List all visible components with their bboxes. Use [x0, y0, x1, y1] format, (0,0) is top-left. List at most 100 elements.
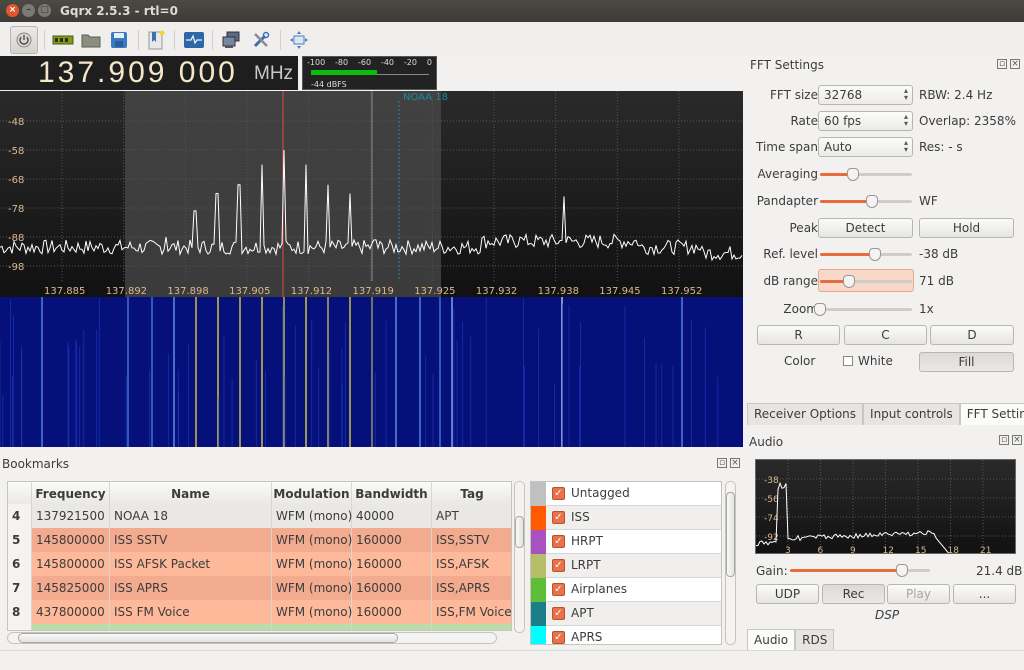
- tag-checkbox[interactable]: ✓: [552, 631, 565, 644]
- tab-input-controls[interactable]: Input controls: [863, 403, 960, 425]
- frequency-value[interactable]: 137.909 000: [38, 56, 238, 90]
- maximize-window-button[interactable]: □: [38, 4, 51, 17]
- white-checkbox[interactable]: [843, 356, 853, 366]
- tag-color-swatch[interactable]: [531, 554, 546, 578]
- udp-button[interactable]: UDP: [756, 584, 819, 604]
- play-button[interactable]: Play: [887, 584, 950, 604]
- tag-color-swatch[interactable]: [531, 506, 546, 530]
- table-row[interactable]: 7 145825000 ISS APRS WFM (mono) 160000 ISS,AP…: [8, 576, 511, 600]
- peak-detect-button[interactable]: Detect: [818, 218, 913, 238]
- tags-vscrollbar[interactable]: [725, 481, 736, 645]
- table-cell: 137921500: [32, 504, 110, 528]
- slider-handle[interactable]: [869, 248, 882, 261]
- zoom-slider[interactable]: [814, 303, 912, 316]
- tag-color-swatch[interactable]: [531, 482, 546, 506]
- float-dock-icon[interactable]: ▫: [717, 458, 727, 468]
- minimize-window-button[interactable]: –: [22, 4, 35, 17]
- peak-hold-button[interactable]: Hold: [919, 218, 1014, 238]
- tag-checkbox[interactable]: ✓: [552, 487, 565, 500]
- tag-color-swatch[interactable]: [531, 626, 546, 644]
- open-folder-icon: [81, 34, 101, 48]
- table-row[interactable]: 5 145800000 ISS SSTV WFM (mono) 160000 ISS,SS…: [8, 528, 511, 552]
- rate-combo[interactable]: 60 fps ▴ ▾: [818, 111, 913, 131]
- column-header[interactable]: Frequency: [32, 482, 110, 506]
- tag-color-swatch[interactable]: [531, 602, 546, 626]
- slider-handle[interactable]: [847, 168, 860, 181]
- column-header[interactable]: Modulation: [272, 482, 352, 506]
- tag-checkbox[interactable]: ✓: [552, 559, 565, 572]
- spectrum-plotter[interactable]: -48-58-68-78-88-98137.885 137.892 137.898 1…: [0, 91, 743, 297]
- tab-receiver-options[interactable]: Receiver Options: [747, 403, 864, 425]
- reset-button[interactable]: R: [757, 325, 840, 345]
- float-dock-icon[interactable]: ▫: [999, 435, 1009, 445]
- frequency-unit: MHz: [254, 63, 294, 84]
- pandapter-slider[interactable]: [820, 195, 912, 208]
- tag-item[interactable]: ✓ Airplanes: [531, 578, 721, 602]
- tag-item[interactable]: ✓ Untagged: [531, 482, 721, 506]
- save-settings-button[interactable]: [106, 27, 132, 53]
- bookmarks-button[interactable]: [143, 27, 169, 53]
- time-span-combo[interactable]: Auto ▴ ▾: [818, 137, 913, 157]
- close-dock-icon[interactable]: ×: [730, 458, 740, 468]
- scroll-thumb[interactable]: [515, 516, 524, 548]
- tools-icon: [253, 31, 270, 48]
- tag-checkbox[interactable]: ✓: [552, 607, 565, 620]
- tag-item[interactable]: ✓ ISS: [531, 506, 721, 530]
- column-header[interactable]: Tag: [432, 482, 511, 506]
- row-index: 8: [8, 600, 32, 624]
- tag-color-swatch[interactable]: [531, 578, 546, 602]
- column-header[interactable]: [8, 482, 32, 506]
- meter-tick: 0: [426, 58, 432, 67]
- row-index: 5: [8, 528, 32, 552]
- scroll-thumb[interactable]: [726, 492, 735, 577]
- tab-audio[interactable]: Audio: [747, 629, 796, 651]
- remote-control-button[interactable]: [218, 27, 244, 53]
- tag-item[interactable]: ✓ APT: [531, 602, 721, 626]
- remote-view-button[interactable]: [181, 27, 207, 53]
- averaging-slider[interactable]: [820, 168, 912, 181]
- slider-handle[interactable]: [814, 303, 826, 316]
- io-devices-button[interactable]: [50, 27, 76, 53]
- center-button[interactable]: C: [844, 325, 927, 345]
- tag-checkbox[interactable]: ✓: [552, 535, 565, 548]
- tag-item[interactable]: ✓ HRPT: [531, 530, 721, 554]
- start-dsp-button[interactable]: [10, 26, 38, 54]
- bookmarks-hscrollbar[interactable]: [7, 632, 497, 644]
- ref-level-slider[interactable]: [820, 248, 912, 261]
- close-dock-icon[interactable]: ×: [1012, 435, 1022, 445]
- column-header[interactable]: Name: [110, 482, 272, 506]
- column-header[interactable]: Bandwidth: [352, 482, 432, 506]
- tag-item[interactable]: ✓ LRPT: [531, 554, 721, 578]
- close-window-button[interactable]: ×: [6, 4, 19, 17]
- demod-button[interactable]: D: [930, 325, 1014, 345]
- bookmarks-vscrollbar[interactable]: [514, 481, 525, 633]
- float-dock-icon[interactable]: ▫: [997, 59, 1007, 69]
- time-span-row: Time span Auto ▴ ▾ Res: - s: [745, 136, 1024, 158]
- audio-gain-slider[interactable]: [790, 564, 930, 577]
- scroll-thumb[interactable]: [18, 633, 398, 643]
- tag-item[interactable]: ✓ APRS: [531, 626, 721, 644]
- rec-button[interactable]: Rec: [822, 584, 885, 604]
- tab-rds[interactable]: RDS: [795, 629, 835, 651]
- tab-fft-settings[interactable]: FFT Settings: [959, 403, 1024, 425]
- slider-handle[interactable]: [896, 564, 908, 577]
- table-row[interactable]: 6 145800000 ISS AFSK Packet WFM (mono) 16000…: [8, 552, 511, 576]
- waterfall-display[interactable]: [0, 297, 743, 447]
- frequency-display[interactable]: 137.909 000 MHz: [0, 56, 298, 90]
- dsp-settings-button[interactable]: [248, 27, 274, 53]
- table-row[interactable]: [8, 624, 511, 630]
- db-range-slider[interactable]: [820, 275, 912, 288]
- tag-checkbox[interactable]: ✓: [552, 511, 565, 524]
- slider-handle[interactable]: [865, 195, 878, 208]
- fill-button[interactable]: Fill: [919, 352, 1014, 372]
- tag-checkbox[interactable]: ✓: [552, 583, 565, 596]
- table-row[interactable]: 4 137921500 NOAA 18 WFM (mono) 40000 APT: [8, 504, 511, 528]
- audio-options-button[interactable]: ...: [953, 584, 1016, 604]
- audio-y-tick: -56: [764, 495, 779, 505]
- tag-color-swatch[interactable]: [531, 530, 546, 554]
- close-dock-icon[interactable]: ×: [1010, 59, 1020, 69]
- fullscreen-button[interactable]: [286, 27, 312, 53]
- table-row[interactable]: 8 437800000 ISS FM Voice WFM (mono) 160000 IS…: [8, 600, 511, 624]
- load-settings-button[interactable]: [78, 27, 104, 53]
- fft-size-combo[interactable]: 32768 ▴ ▾: [818, 85, 913, 105]
